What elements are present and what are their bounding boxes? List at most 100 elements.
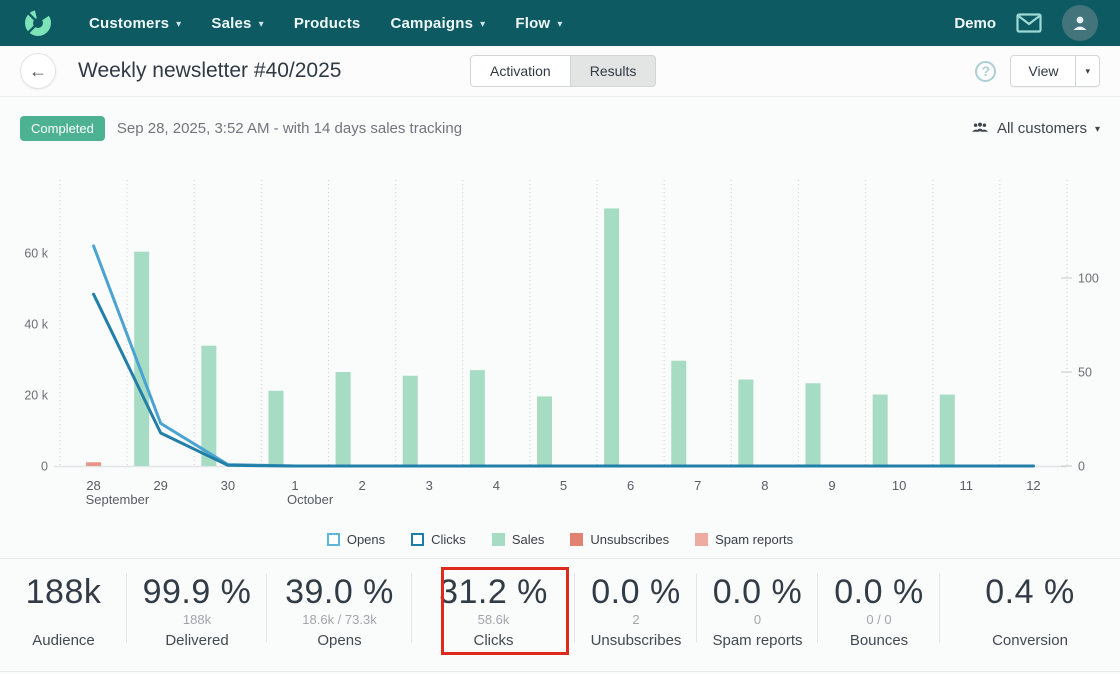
legend-label: Clicks bbox=[431, 532, 466, 547]
nav-item-label: Flow bbox=[515, 15, 550, 32]
svg-text:12: 12 bbox=[1026, 478, 1040, 493]
svg-text:29: 29 bbox=[153, 478, 167, 493]
nav-item-customers[interactable]: Customers ▾ bbox=[74, 0, 196, 46]
svg-text:0: 0 bbox=[1078, 460, 1085, 474]
svg-text:30: 30 bbox=[221, 478, 235, 493]
svg-text:5: 5 bbox=[560, 478, 567, 493]
activation-results-tabs: ActivationResults bbox=[470, 55, 656, 87]
stat-opens: 39.0 %18.6k / 73.3kOpens bbox=[267, 559, 412, 671]
legend-label: Sales bbox=[512, 532, 545, 547]
svg-text:9: 9 bbox=[828, 478, 835, 493]
stat-value: 99.9 % bbox=[143, 573, 252, 611]
legend-label: Spam reports bbox=[715, 532, 793, 547]
stat-sub-value: 188k bbox=[183, 611, 211, 629]
status-text: Sep 28, 2025, 3:52 AM - with 14 days sal… bbox=[117, 120, 462, 137]
svg-text:100: 100 bbox=[1078, 272, 1099, 286]
stat-label: Spam reports bbox=[712, 632, 802, 649]
stat-sub-value: 18.6k / 73.3k bbox=[302, 611, 376, 629]
legend-label: Opens bbox=[347, 532, 385, 547]
nav-item-sales[interactable]: Sales ▾ bbox=[196, 0, 278, 46]
stat-label: Bounces bbox=[850, 632, 908, 649]
svg-text:10: 10 bbox=[892, 478, 906, 493]
chevron-down-icon: ▾ bbox=[1095, 124, 1100, 135]
stat-clicks: 31.2 %58.6kClicks bbox=[412, 559, 575, 671]
stat-sub-value: 0 bbox=[754, 611, 761, 629]
svg-text:1: 1 bbox=[291, 478, 298, 493]
nav-item-label: Products bbox=[294, 15, 361, 32]
legend-item-unsubscribes[interactable]: Unsubscribes bbox=[570, 532, 669, 547]
nav-item-products[interactable]: Products bbox=[279, 0, 376, 46]
stat-conversion: 0.4 % Conversion bbox=[940, 559, 1120, 671]
stat-value: 31.2 % bbox=[439, 573, 548, 611]
legend-swatch-icon bbox=[492, 533, 505, 546]
nav-item-label: Campaigns bbox=[390, 15, 473, 32]
mail-icon[interactable] bbox=[1016, 13, 1042, 33]
campaign-status-row: Completed Sep 28, 2025, 3:52 AM - with 1… bbox=[20, 111, 1100, 145]
back-arrow-icon: ← bbox=[29, 61, 47, 82]
results-chart: 020 k40 k60 k050100282930123456789101112… bbox=[0, 157, 1120, 525]
legend-swatch-icon bbox=[570, 533, 583, 546]
stat-value: 39.0 % bbox=[285, 573, 394, 611]
user-avatar[interactable] bbox=[1062, 5, 1098, 41]
back-button[interactable]: ← bbox=[20, 53, 56, 89]
legend-item-opens[interactable]: Opens bbox=[327, 532, 385, 547]
nav-item-flow[interactable]: Flow▾ bbox=[500, 0, 577, 46]
stat-label: Unsubscribes bbox=[591, 632, 682, 649]
help-icon[interactable]: ? bbox=[975, 61, 996, 82]
audience-filter-label: All customers bbox=[997, 120, 1087, 137]
stat-value: 0.4 % bbox=[985, 573, 1074, 611]
legend-label: Unsubscribes bbox=[590, 532, 669, 547]
legend-swatch-icon bbox=[327, 533, 340, 546]
svg-text:October: October bbox=[287, 492, 334, 507]
brand-logo-icon[interactable] bbox=[20, 5, 56, 41]
svg-text:2: 2 bbox=[358, 478, 365, 493]
nav-item-campaigns[interactable]: Campaigns ▾ bbox=[375, 0, 500, 46]
legend-swatch-icon bbox=[695, 533, 708, 546]
status-badge: Completed bbox=[20, 116, 105, 141]
nav-item-label: Sales bbox=[211, 15, 251, 32]
nav-item-label: Customers bbox=[89, 15, 169, 32]
stat-unsubscribes: 0.0 %2 Unsubscribes bbox=[575, 559, 697, 671]
svg-text:40 k: 40 k bbox=[24, 318, 48, 332]
page-header: ← Weekly newsletter #40/2025 ActivationR… bbox=[0, 46, 1120, 97]
view-button[interactable]: View bbox=[1011, 56, 1075, 86]
stat-sub-value: 58.6k bbox=[478, 611, 510, 629]
stat-value: 188k bbox=[26, 573, 102, 611]
stat-delivered: 99.9 %188k Delivered bbox=[127, 559, 267, 671]
svg-text:60 k: 60 k bbox=[24, 247, 48, 261]
stat-value: 0.0 % bbox=[713, 573, 802, 611]
svg-text:0: 0 bbox=[41, 460, 48, 474]
legend-item-spam-reports[interactable]: Spam reports bbox=[695, 532, 793, 547]
view-dropdown-button[interactable]: ▾ bbox=[1075, 56, 1099, 86]
stat-label: Audience bbox=[32, 632, 95, 649]
svg-text:50: 50 bbox=[1078, 366, 1092, 380]
svg-text:11: 11 bbox=[960, 478, 974, 493]
stat-label: Conversion bbox=[992, 632, 1068, 649]
stats-row: 188kAudience99.9 %188kDelivered39.0 %18.… bbox=[0, 558, 1120, 672]
chevron-down-icon: ▾ bbox=[259, 19, 264, 30]
stat-label: Delivered bbox=[165, 632, 228, 649]
chevron-down-icon: ▾ bbox=[480, 19, 485, 30]
account-name-label[interactable]: Demo bbox=[954, 15, 996, 32]
people-icon bbox=[971, 122, 989, 135]
svg-text:4: 4 bbox=[493, 478, 500, 493]
legend-item-clicks[interactable]: Clicks bbox=[411, 532, 466, 547]
stat-audience: 188k Audience bbox=[0, 559, 127, 671]
svg-text:28: 28 bbox=[86, 478, 100, 493]
svg-text:20 k: 20 k bbox=[24, 389, 48, 403]
stat-sub-value: 0 / 0 bbox=[866, 611, 891, 629]
tab-results[interactable]: Results bbox=[570, 55, 657, 87]
stat-sub-value: 2 bbox=[632, 611, 639, 629]
chevron-down-icon: ▾ bbox=[176, 19, 181, 30]
tab-activation[interactable]: Activation bbox=[470, 55, 571, 87]
page-title: Weekly newsletter #40/2025 bbox=[78, 59, 341, 83]
audience-filter-dropdown[interactable]: All customers ▾ bbox=[971, 120, 1100, 137]
chart-legend: Opens Clicks Sales Unsubscribes Spam reports bbox=[0, 529, 1120, 549]
stat-bounces: 0.0 %0 / 0 Bounces bbox=[818, 559, 940, 671]
svg-text:7: 7 bbox=[694, 478, 701, 493]
stat-value: 0.0 % bbox=[834, 573, 923, 611]
legend-item-sales[interactable]: Sales bbox=[492, 532, 545, 547]
svg-text:September: September bbox=[86, 492, 150, 507]
svg-text:6: 6 bbox=[627, 478, 634, 493]
stat-value: 0.0 % bbox=[591, 573, 680, 611]
